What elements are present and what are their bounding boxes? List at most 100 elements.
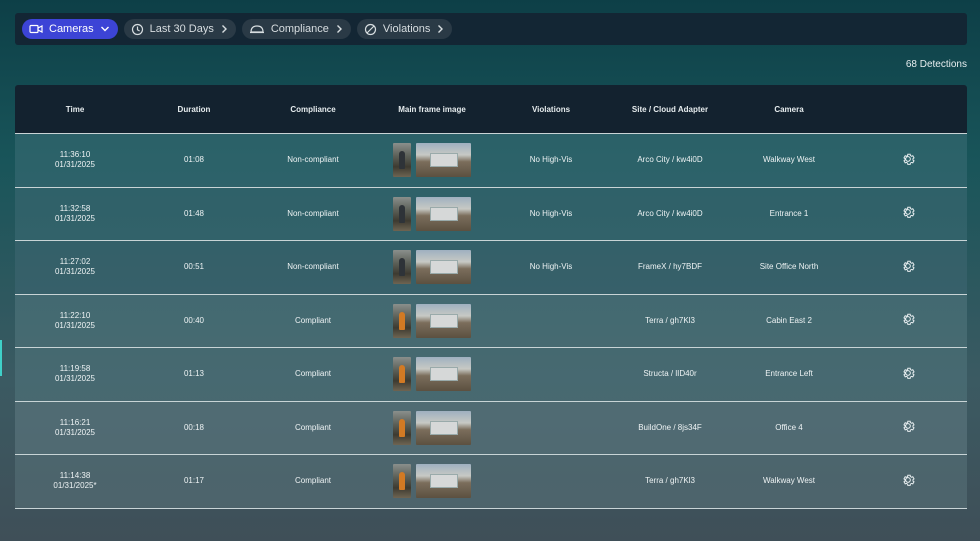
- camera-cell: Cabin East 2: [766, 315, 812, 325]
- table-body: 11:36:10 01/31/2025 01:08 Non-compliant No H…: [15, 134, 967, 509]
- row-settings-button[interactable]: [849, 258, 967, 277]
- table-row[interactable]: 11:19:58 01/31/2025 01:13 Compliant Structa …: [15, 348, 967, 402]
- worker-thumbnail[interactable]: [393, 196, 411, 231]
- worker-thumbnail[interactable]: [393, 410, 411, 445]
- frame-image-cell: [373, 410, 491, 445]
- table-row[interactable]: 11:22:10 01/31/2025 00:40 Compliant Terra / …: [15, 294, 967, 348]
- history-icon: [131, 23, 144, 36]
- detections-count: 68 Detections: [905, 59, 967, 70]
- time-value: 11:22:10: [59, 310, 91, 320]
- table-row[interactable]: 11:14:38 01/31/2025* 01:17 Compliant Terra /…: [15, 455, 967, 509]
- worker-thumbnail[interactable]: [393, 357, 411, 392]
- violations-cell: No High-Vis: [529, 155, 573, 165]
- site-thumbnail[interactable]: [416, 250, 471, 285]
- compliance-cell: Non-compliant: [287, 262, 339, 272]
- row-settings-button[interactable]: [849, 365, 967, 384]
- camera-cell: Entrance Left: [765, 369, 813, 379]
- time-value: 11:27:02: [59, 257, 91, 267]
- time-value: 11:14:38: [59, 471, 91, 481]
- column-header-duration[interactable]: Duration: [135, 105, 253, 114]
- row-settings-button[interactable]: [849, 204, 967, 223]
- compliance-cell: Compliant: [294, 369, 331, 379]
- duration-cell: 01:17: [183, 476, 205, 486]
- site-thumbnail[interactable]: [416, 410, 471, 445]
- worker-thumbnail[interactable]: [393, 303, 411, 338]
- site-thumbnail[interactable]: [416, 143, 471, 178]
- frame-image-cell: [373, 303, 491, 338]
- worker-thumbnail[interactable]: [393, 464, 411, 499]
- site-cell: Terra / gh7Kl3: [645, 315, 695, 325]
- violations-filter[interactable]: Violations: [356, 19, 453, 39]
- frame-image-cell: [373, 196, 491, 231]
- time-cell: 11:19:58 01/31/2025: [15, 364, 135, 384]
- date-value: 01/31/2025: [54, 320, 96, 330]
- column-header-main-frame-image[interactable]: Main frame image: [373, 105, 491, 114]
- frame-image-cell: [373, 250, 491, 285]
- compliance-cell: Compliant: [294, 422, 331, 432]
- date-value: 01/31/2025*: [53, 481, 97, 491]
- compliance-filter[interactable]: Compliance: [241, 19, 351, 39]
- detections-table: Time Duration Compliance Main frame imag…: [15, 85, 967, 509]
- column-header-violations[interactable]: Violations: [491, 105, 611, 114]
- worker-thumbnail[interactable]: [393, 250, 411, 285]
- date-value: 01/31/2025: [54, 213, 96, 223]
- table-row[interactable]: 11:36:10 01/31/2025 01:08 Non-compliant No H…: [15, 134, 967, 188]
- camera-icon: [29, 23, 43, 35]
- site-thumbnail[interactable]: [416, 357, 471, 392]
- compliance-cell: Non-compliant: [287, 208, 339, 218]
- date-value: 01/31/2025: [54, 427, 96, 437]
- site-cell: Structa / lID40r: [643, 369, 697, 379]
- time-value: 11:19:58: [59, 364, 91, 374]
- cameras-filter-label: Cameras: [49, 23, 94, 35]
- time-cell: 11:27:02 01/31/2025: [15, 257, 135, 277]
- compliance-cell: Compliant: [294, 476, 331, 486]
- compliance-cell: Non-compliant: [287, 155, 339, 165]
- site-thumbnail[interactable]: [416, 196, 471, 231]
- date-range-filter[interactable]: Last 30 Days: [123, 19, 236, 39]
- column-header-compliance[interactable]: Compliance: [253, 105, 373, 114]
- chevron-right-icon: [335, 24, 343, 34]
- column-header-camera[interactable]: Camera: [729, 105, 849, 114]
- frame-image-cell: [373, 357, 491, 392]
- site-thumbnail[interactable]: [416, 464, 471, 499]
- prohibited-icon: [364, 23, 377, 36]
- table-header: Time Duration Compliance Main frame imag…: [15, 85, 967, 134]
- duration-cell: 00:40: [183, 315, 205, 325]
- site-cell: Terra / gh7Kl3: [645, 476, 695, 486]
- table-row[interactable]: 11:32:58 01/31/2025 01:48 Non-compliant No H…: [15, 187, 967, 241]
- row-settings-button[interactable]: [849, 151, 967, 170]
- chevron-right-icon: [220, 24, 228, 34]
- camera-cell: Entrance 1: [769, 208, 809, 218]
- duration-cell: 00:51: [183, 262, 205, 272]
- camera-cell: Walkway West: [762, 476, 815, 486]
- gear-icon: [900, 472, 916, 491]
- violations-cell: No High-Vis: [529, 262, 573, 272]
- date-value: 01/31/2025: [54, 374, 96, 384]
- time-value: 11:32:58: [59, 203, 91, 213]
- gear-icon: [900, 151, 916, 170]
- row-settings-button[interactable]: [849, 472, 967, 491]
- duration-cell: 01:08: [183, 155, 205, 165]
- cameras-filter[interactable]: Cameras: [22, 19, 118, 39]
- hardhat-icon: [249, 23, 265, 35]
- table-row[interactable]: 11:27:02 01/31/2025 00:51 Non-compliant No H…: [15, 241, 967, 295]
- row-settings-button[interactable]: [849, 311, 967, 330]
- frame-image-cell: [373, 143, 491, 178]
- worker-thumbnail[interactable]: [393, 143, 411, 178]
- gear-icon: [900, 311, 916, 330]
- compliance-filter-label: Compliance: [270, 23, 329, 35]
- site-thumbnail[interactable]: [416, 303, 471, 338]
- table-row[interactable]: 11:16:21 01/31/2025 00:18 Compliant BuildOne…: [15, 401, 967, 455]
- column-header-site[interactable]: Site / Cloud Adapter: [611, 105, 729, 114]
- camera-cell: Site Office North: [759, 262, 819, 272]
- gear-icon: [900, 365, 916, 384]
- gear-icon: [900, 258, 916, 277]
- time-cell: 11:32:58 01/31/2025: [15, 204, 135, 224]
- violations-filter-label: Violations: [382, 23, 431, 35]
- time-cell: 11:22:10 01/31/2025: [15, 311, 135, 331]
- site-cell: Arco City / kw4i0D: [637, 208, 703, 218]
- column-header-time[interactable]: Time: [15, 105, 135, 114]
- gear-icon: [900, 418, 916, 437]
- violations-cell: No High-Vis: [529, 208, 573, 218]
- row-settings-button[interactable]: [849, 418, 967, 437]
